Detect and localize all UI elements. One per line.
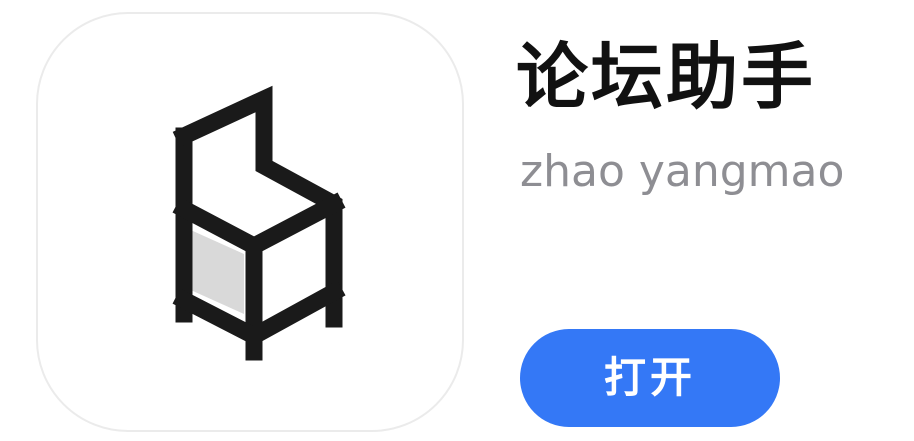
open-button[interactable]: 打开 [520,329,780,427]
chair-icon [172,85,346,361]
app-title: 论坛助手 [516,35,817,119]
developer-name: zhao yangmao [520,146,845,197]
app-icon[interactable] [36,12,464,432]
